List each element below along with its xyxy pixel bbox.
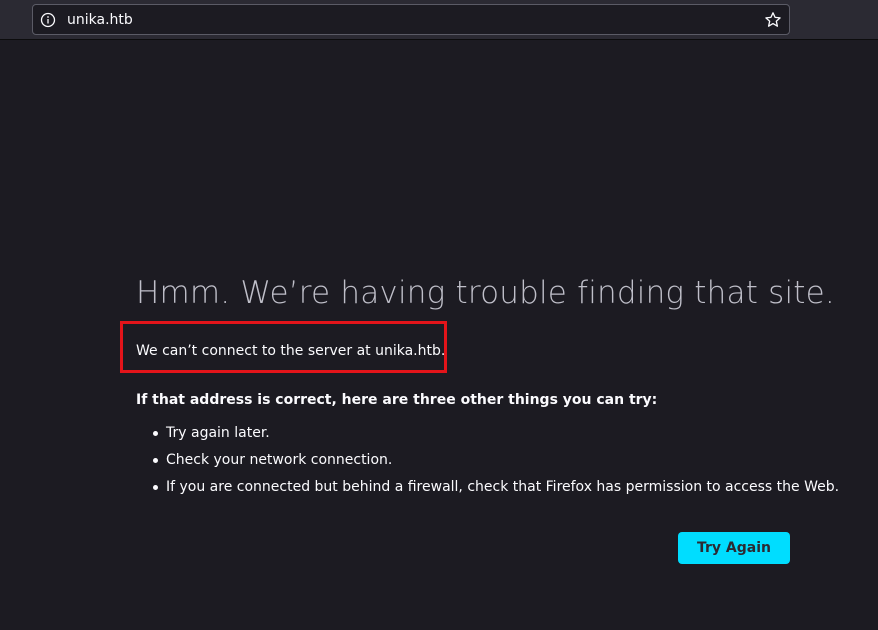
bullet-icon (153, 485, 158, 490)
error-short-description: We can’t connect to the server at unika.… (136, 343, 446, 359)
error-page: Hmm. We’re having trouble finding that s… (0, 41, 878, 630)
star-outline-icon[interactable] (764, 11, 782, 29)
advice-heading: If that address is correct, here are thr… (136, 392, 658, 408)
url-bar[interactable]: unika.htb (32, 4, 790, 35)
url-text[interactable]: unika.htb (67, 11, 133, 29)
error-title: Hmm. We’re having trouble finding that s… (136, 275, 835, 311)
bullet-icon (153, 431, 158, 436)
advice-text: Try again later. (166, 425, 270, 441)
bullet-icon (153, 458, 158, 463)
list-item: If you are connected but behind a firewa… (150, 478, 839, 505)
advice-text: Check your network connection. (166, 452, 393, 468)
list-item: Try again later. (150, 424, 839, 451)
browser-toolbar: unika.htb (0, 0, 878, 40)
advice-text: If you are connected but behind a firewa… (166, 479, 840, 495)
advice-list: Try again later. Check your network conn… (150, 424, 839, 505)
info-circle-icon[interactable] (40, 12, 56, 28)
try-again-button[interactable]: Try Again (678, 532, 790, 564)
list-item: Check your network connection. (150, 451, 839, 478)
